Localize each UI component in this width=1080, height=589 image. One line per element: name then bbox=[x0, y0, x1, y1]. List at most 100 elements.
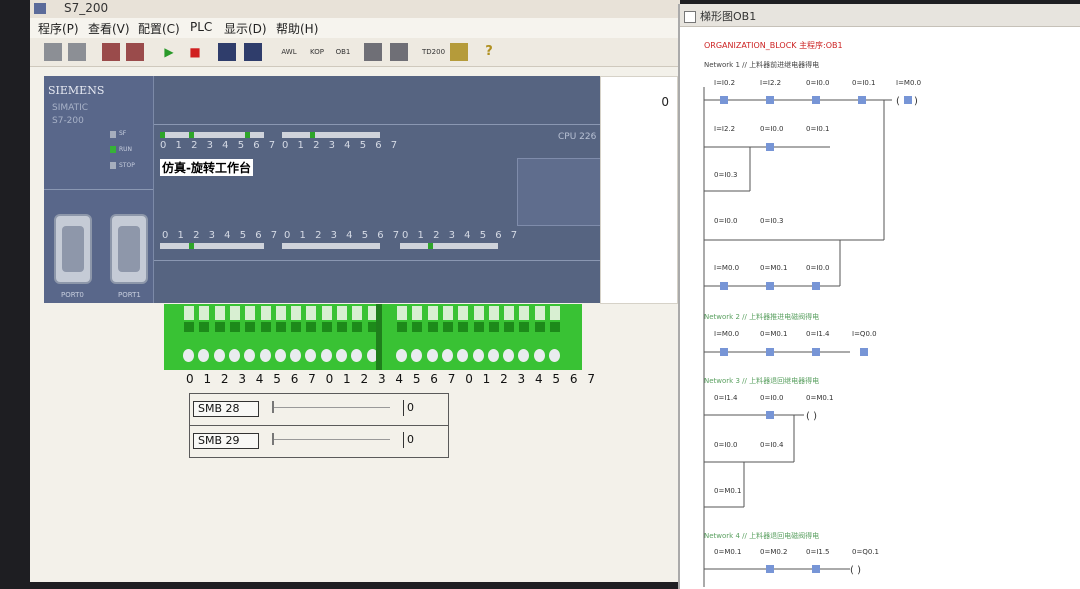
smb29-slider-track[interactable] bbox=[272, 439, 390, 440]
switch-knob[interactable] bbox=[533, 349, 545, 362]
switch-knob[interactable] bbox=[351, 349, 363, 362]
input-switch[interactable] bbox=[534, 306, 545, 334]
input-switch[interactable] bbox=[488, 306, 499, 334]
input-switch[interactable] bbox=[306, 306, 317, 334]
smb29-label: SMB 29 bbox=[193, 433, 259, 449]
smb29-value[interactable]: 0 bbox=[403, 432, 445, 448]
switch-knob[interactable] bbox=[274, 349, 286, 362]
kop-button[interactable]: KOP bbox=[306, 42, 328, 62]
switch-knob[interactable] bbox=[503, 349, 515, 362]
smb29-slider-thumb[interactable] bbox=[272, 433, 274, 445]
input-switch[interactable] bbox=[275, 306, 286, 334]
input-switch[interactable] bbox=[550, 306, 560, 334]
input-switch[interactable] bbox=[260, 306, 271, 334]
contact-label: 0=M0.2 bbox=[760, 548, 788, 556]
input-switch-strip bbox=[164, 304, 582, 370]
switch-knob[interactable] bbox=[305, 349, 317, 362]
table-icon[interactable] bbox=[364, 43, 382, 61]
input-switch[interactable] bbox=[519, 306, 530, 334]
menu-plc[interactable]: PLC bbox=[190, 20, 212, 34]
switch-knob[interactable] bbox=[213, 349, 225, 362]
input-switch[interactable] bbox=[321, 306, 332, 334]
switch-knob[interactable] bbox=[259, 349, 271, 362]
open-icon[interactable] bbox=[44, 43, 62, 61]
awl-button[interactable]: AWL bbox=[278, 42, 300, 62]
contact bbox=[720, 282, 728, 290]
switch-knob[interactable] bbox=[472, 349, 484, 362]
ladder-title-bar: 梯形图OB1 bbox=[680, 4, 1080, 27]
input-switch[interactable] bbox=[397, 306, 407, 334]
port1-connector bbox=[110, 214, 148, 284]
coil-paren: ( bbox=[896, 96, 900, 107]
output-digits-1: 0 1 2 3 4 5 6 7 bbox=[284, 230, 403, 241]
input-switch[interactable] bbox=[352, 306, 363, 334]
network4-title: Network 4 // 上料器退回电磁阀得电 bbox=[704, 531, 819, 540]
menu-view[interactable]: 查看(V) bbox=[88, 20, 130, 37]
input-switch[interactable] bbox=[442, 306, 453, 334]
switch-knob[interactable] bbox=[487, 349, 499, 362]
input-switch[interactable] bbox=[199, 306, 210, 334]
switch-knob[interactable] bbox=[320, 349, 332, 362]
switch-knob[interactable] bbox=[396, 349, 407, 362]
switch-knob[interactable] bbox=[457, 349, 469, 362]
input-switch[interactable] bbox=[473, 306, 484, 334]
stop-icon[interactable]: ■ bbox=[188, 42, 202, 62]
input-switch[interactable] bbox=[412, 306, 423, 334]
stop-led bbox=[110, 162, 116, 169]
switch-knob[interactable] bbox=[518, 349, 530, 362]
load-program-icon[interactable] bbox=[102, 43, 120, 61]
input-switch[interactable] bbox=[245, 306, 256, 334]
switch-knob[interactable] bbox=[336, 349, 347, 362]
ladder-window-title: 梯形图OB1 bbox=[700, 10, 757, 23]
download-icon[interactable] bbox=[126, 43, 144, 61]
input-led-row-0 bbox=[160, 132, 264, 138]
smb28-value[interactable]: 0 bbox=[403, 400, 445, 416]
input-switch[interactable] bbox=[291, 306, 302, 334]
contact bbox=[812, 348, 820, 356]
menu-display[interactable]: 显示(D) bbox=[224, 20, 267, 37]
menu-program[interactable]: 程序(P) bbox=[38, 20, 79, 37]
switch-knob[interactable] bbox=[198, 349, 210, 362]
input-switch[interactable] bbox=[184, 306, 194, 334]
save-icon[interactable] bbox=[68, 43, 86, 61]
model-label: SIMATIC S7-200 bbox=[52, 102, 88, 128]
input-switch[interactable] bbox=[214, 306, 225, 334]
contact-label: I=M0.0 bbox=[714, 264, 739, 272]
switch-knob[interactable] bbox=[244, 349, 256, 362]
input-switch[interactable] bbox=[427, 306, 438, 334]
sf-label: SF bbox=[119, 130, 127, 137]
coil bbox=[860, 348, 868, 356]
smb28-slider-track[interactable] bbox=[272, 407, 390, 408]
cpu-module-box bbox=[517, 158, 602, 226]
watch-icon[interactable] bbox=[244, 43, 262, 61]
switch-knob[interactable] bbox=[411, 349, 423, 362]
smb28-slider-thumb[interactable] bbox=[272, 401, 274, 413]
coil-label: I=M0.0 bbox=[896, 79, 921, 87]
run-icon[interactable]: ▶ bbox=[162, 42, 176, 62]
switch-knob[interactable] bbox=[183, 349, 194, 362]
switch-knob[interactable] bbox=[441, 349, 453, 362]
switch-knob[interactable] bbox=[290, 349, 302, 362]
input-switch[interactable] bbox=[458, 306, 469, 334]
help-icon[interactable]: ? bbox=[482, 42, 496, 62]
chart-icon[interactable] bbox=[390, 43, 408, 61]
contact bbox=[766, 143, 774, 151]
td200-button[interactable]: TD200 bbox=[422, 42, 445, 62]
contact-label: 0=I0.0 bbox=[714, 441, 738, 449]
input-switch[interactable] bbox=[229, 306, 240, 334]
menu-config[interactable]: 配置(C) bbox=[138, 20, 180, 37]
switch-knob[interactable] bbox=[228, 349, 240, 362]
input-switch[interactable] bbox=[504, 306, 515, 334]
switch-knob[interactable] bbox=[549, 349, 560, 362]
input-digits-1: 0 1 2 3 4 5 6 7 bbox=[282, 140, 401, 151]
contact-label: 0=I1.4 bbox=[714, 394, 738, 402]
contact-label: 0=I0.4 bbox=[760, 441, 784, 449]
ob1-button[interactable]: OB1 bbox=[332, 42, 354, 62]
menu-help[interactable]: 帮助(H) bbox=[276, 20, 318, 37]
input-switch[interactable] bbox=[337, 306, 347, 334]
tools-icon[interactable] bbox=[450, 43, 468, 61]
output-digits-0: 0 1 2 3 4 5 6 7 bbox=[162, 230, 281, 241]
monitor-icon[interactable] bbox=[218, 43, 236, 61]
contact-label: I=I0.2 bbox=[714, 79, 735, 87]
switch-knob[interactable] bbox=[426, 349, 438, 362]
